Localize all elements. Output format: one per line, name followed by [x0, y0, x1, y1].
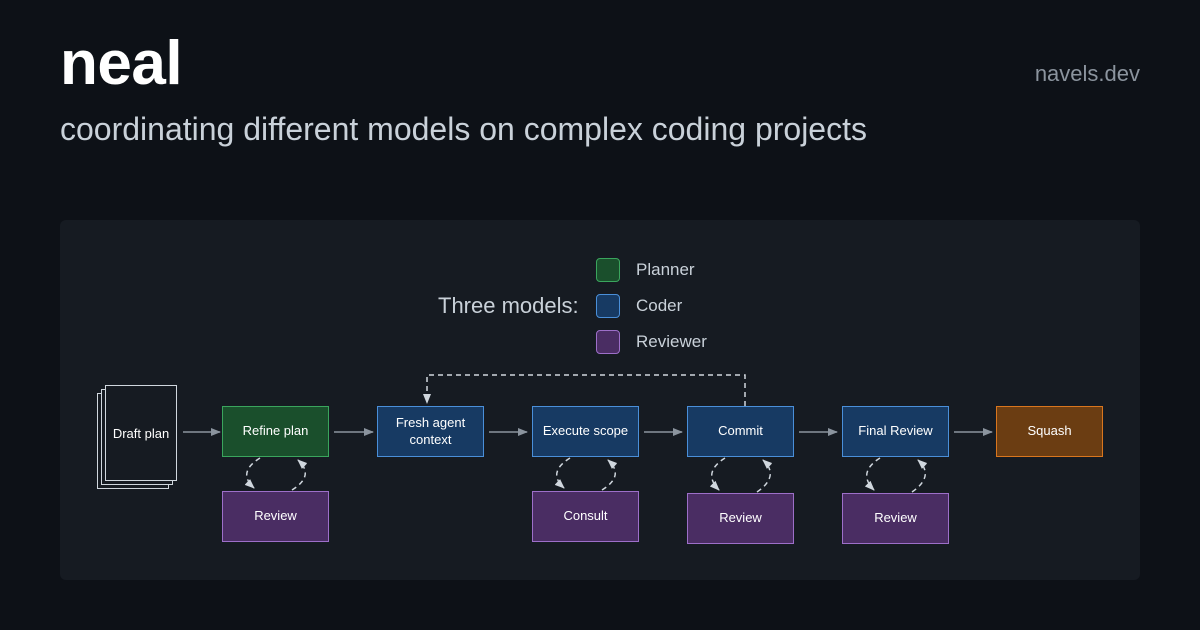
reviewer-swatch: [596, 330, 620, 354]
site-domain[interactable]: navels.dev: [1035, 61, 1140, 87]
squash-node: Squash: [996, 406, 1103, 457]
fresh-agent-context-node: Fresh agent context: [377, 406, 484, 457]
review-node-commit: Review: [687, 493, 794, 544]
legend-label-planner: Planner: [636, 260, 695, 279]
cycle-final-up: [911, 459, 928, 493]
cycle-final-down: [864, 457, 881, 491]
draft-plan-node: Draft plan: [112, 425, 170, 441]
page-title: neal: [60, 29, 183, 98]
review-node-final: Review: [842, 493, 949, 544]
cycle-refine-up: [291, 459, 308, 491]
cycle-commit-up: [756, 459, 773, 493]
legend-label-reviewer: Reviewer: [636, 332, 707, 351]
review-node-refine: Review: [222, 491, 329, 542]
refine-plan-node: Refine plan: [222, 406, 329, 457]
planner-swatch: [596, 258, 620, 282]
coder-swatch: [596, 294, 620, 318]
final-review-node: Final Review: [842, 406, 949, 457]
legend-label-coder: Coder: [636, 296, 683, 315]
cycle-execute-down: [554, 457, 571, 489]
cycle-refine-down: [244, 457, 261, 489]
workflow-diagram-panel: Three models: Planner Coder Reviewer Dra…: [60, 220, 1140, 580]
consult-node: Consult: [532, 491, 639, 542]
loop-commit-to-fresh: [423, 374, 746, 406]
commit-node: Commit: [687, 406, 794, 457]
cycle-commit-down: [709, 457, 726, 491]
legend-title: Three models:: [438, 293, 579, 318]
execute-scope-node: Execute scope: [532, 406, 639, 457]
page-subtitle: coordinating different models on complex…: [60, 111, 867, 147]
cycle-execute-up: [601, 459, 618, 491]
